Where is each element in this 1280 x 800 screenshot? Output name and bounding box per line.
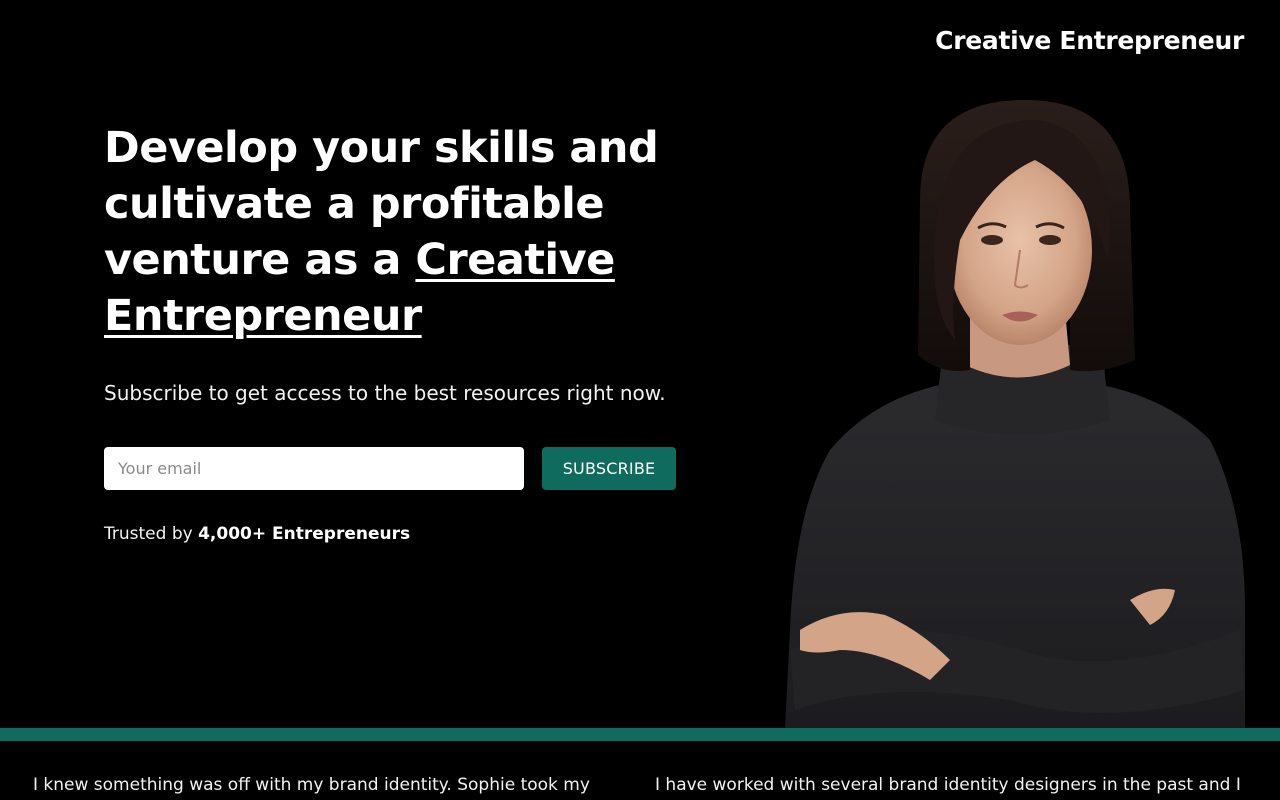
hero-subtitle: Subscribe to get access to the best reso… <box>104 381 666 405</box>
landing-page: Creative Entrepreneur Develop your skill… <box>0 0 1280 800</box>
trusted-prefix: Trusted by <box>104 524 193 544</box>
portrait-image <box>785 100 1245 728</box>
hero-title: Develop your skills and cultivate a prof… <box>104 120 664 344</box>
trusted-count: 4,000+ Entrepreneurs <box>198 524 411 544</box>
email-input[interactable] <box>104 447 524 490</box>
testimonial-text: I have worked with several brand identit… <box>655 775 1241 795</box>
brand-logo[interactable]: Creative Entrepreneur <box>935 26 1244 55</box>
trusted-by-text: Trusted by 4,000+ Entrepreneurs <box>104 524 410 544</box>
subscribe-button[interactable]: SUBSCRIBE <box>542 447 676 490</box>
testimonial-text: I knew something was off with my brand i… <box>33 775 590 795</box>
section-divider <box>0 728 1280 741</box>
